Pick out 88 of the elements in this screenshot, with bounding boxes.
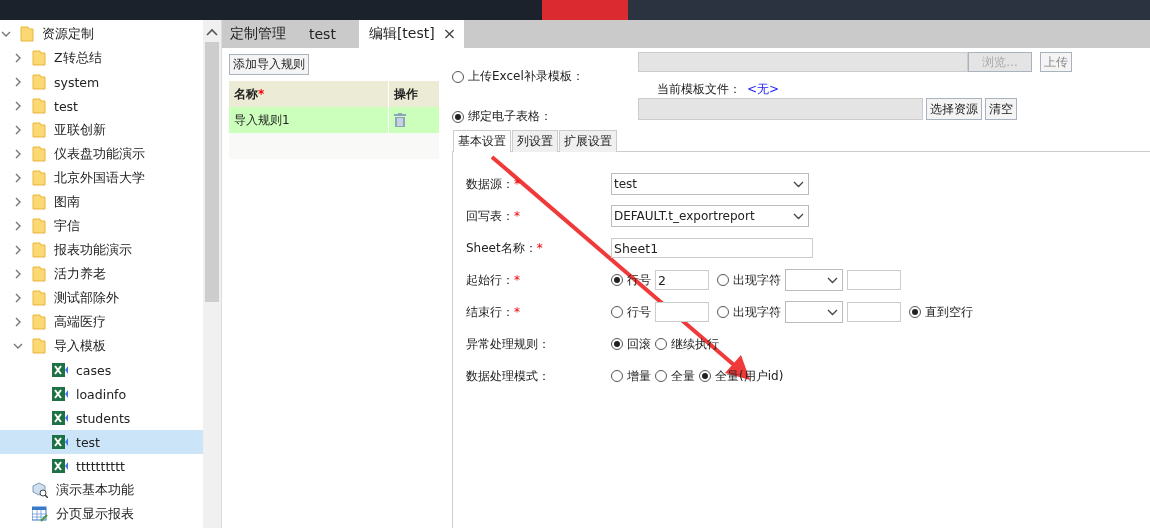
tree-item[interactable]: Z转总结: [0, 46, 204, 70]
scrollbar[interactable]: [203, 20, 221, 528]
radio-option[interactable]: 回滚: [611, 335, 651, 353]
tree-item[interactable]: loadinfo: [0, 382, 204, 406]
select-field[interactable]: [785, 301, 843, 323]
tab[interactable]: test: [309, 20, 359, 48]
tree-item[interactable]: 宇信: [0, 214, 204, 238]
text-field[interactable]: Sheet1: [611, 238, 813, 258]
tree-item[interactable]: 资源定制: [0, 22, 204, 46]
radio-option[interactable]: 行号: [611, 303, 651, 321]
spreadsheet-icon: [52, 362, 68, 378]
spreadsheet-icon: [52, 410, 68, 426]
tree-item[interactable]: 演示基本功能: [0, 478, 204, 502]
form-label: 回写表：*: [466, 207, 521, 225]
tree-item[interactable]: 活力养老: [0, 262, 204, 286]
tree-item[interactable]: 高端医疗: [0, 310, 204, 334]
column-header: 操作: [393, 85, 419, 103]
select-field[interactable]: test: [611, 173, 809, 195]
table-edit-icon: [32, 506, 48, 522]
caret-icon: [827, 276, 838, 284]
folder-icon: [32, 314, 46, 330]
rule-row[interactable]: 导入规则1: [229, 107, 439, 133]
tree-item[interactable]: 图南: [0, 190, 204, 214]
form-label: 数据源：*: [466, 175, 521, 193]
tree-item[interactable]: system: [0, 70, 204, 94]
radio-option[interactable]: 全量: [655, 367, 695, 385]
tree-item[interactable]: 仪表盘功能演示: [0, 142, 204, 166]
radio-option[interactable]: 出现字符: [717, 303, 781, 321]
scroll-up-icon[interactable]: [206, 28, 219, 36]
folder-icon: [32, 338, 46, 354]
select-field[interactable]: DEFAULT.t_exportreport: [611, 205, 809, 227]
caret-icon: [827, 308, 838, 316]
resource-button[interactable]: 清空: [985, 98, 1017, 120]
tree-item[interactable]: 测试部除外: [0, 286, 204, 310]
tree-item[interactable]: tttttttttt: [0, 454, 204, 478]
radio-option[interactable]: 出现字符: [717, 271, 781, 289]
folder-icon: [32, 50, 46, 66]
form-label: 数据处理模式：: [466, 367, 551, 385]
row-number-field[interactable]: [655, 302, 709, 322]
text-field[interactable]: [847, 302, 901, 322]
folder-icon: [32, 194, 46, 210]
caret-icon: [793, 180, 804, 188]
tree-item[interactable]: 报表功能演示: [0, 238, 204, 262]
caret-icon: [793, 212, 804, 220]
folder-icon: [32, 74, 46, 90]
folder-icon: [32, 170, 46, 186]
settings-tab[interactable]: 基本设置: [453, 130, 511, 152]
folder-icon: [32, 242, 46, 258]
close-button[interactable]: ×: [442, 26, 457, 42]
folder-icon: [32, 98, 46, 114]
folder-icon: [32, 266, 46, 282]
form-label: Sheet名称：*: [466, 239, 544, 257]
tree-item[interactable]: cases: [0, 358, 204, 382]
folder-icon: [32, 122, 46, 138]
text-field[interactable]: [847, 270, 901, 290]
upload-button[interactable]: 上传: [1040, 52, 1072, 72]
tree-item[interactable]: 分页显示报表: [0, 502, 204, 526]
add-rule-button[interactable]: 添加导入规则: [229, 54, 309, 75]
folder-icon: [20, 26, 34, 42]
tab[interactable]: 定制管理: [230, 20, 309, 48]
current-file-link[interactable]: <无>: [747, 80, 780, 98]
current-file-label: 当前模板文件：: [657, 80, 741, 98]
form-label: 起始行：*: [466, 271, 521, 289]
settings-tab[interactable]: 列设置: [512, 130, 558, 152]
spreadsheet-icon: [52, 434, 68, 450]
radio-option[interactable]: 直到空行: [909, 303, 973, 321]
tree-item[interactable]: 北京外国语大学: [0, 166, 204, 190]
tree-item[interactable]: test: [0, 94, 204, 118]
settings-tab[interactable]: 扩展设置: [559, 130, 617, 152]
tree-item[interactable]: 导入模板: [0, 334, 204, 358]
form-label: 异常处理规则：: [466, 335, 551, 353]
folder-icon: [32, 146, 46, 162]
cube-search-icon: [32, 482, 48, 498]
spreadsheet-icon: [52, 386, 68, 402]
tree-item[interactable]: 亚联创新: [0, 118, 204, 142]
select-field[interactable]: [785, 269, 843, 291]
radio-option[interactable]: 上传Excel补录模板：: [452, 68, 638, 85]
resource-button[interactable]: 选择资源: [926, 98, 982, 120]
radio-option[interactable]: 增量: [611, 367, 651, 385]
row-number-field[interactable]: 2: [655, 270, 709, 290]
folder-icon: [32, 218, 46, 234]
tree-item[interactable]: students: [0, 406, 204, 430]
radio-option[interactable]: 绑定电子表格：: [452, 108, 638, 125]
folder-icon: [32, 290, 46, 306]
tab[interactable]: 编辑[test] ×: [358, 20, 465, 48]
spreadsheet-icon: [52, 458, 68, 474]
tree-item[interactable]: test: [0, 430, 204, 454]
form-label: 结束行：*: [466, 303, 521, 321]
